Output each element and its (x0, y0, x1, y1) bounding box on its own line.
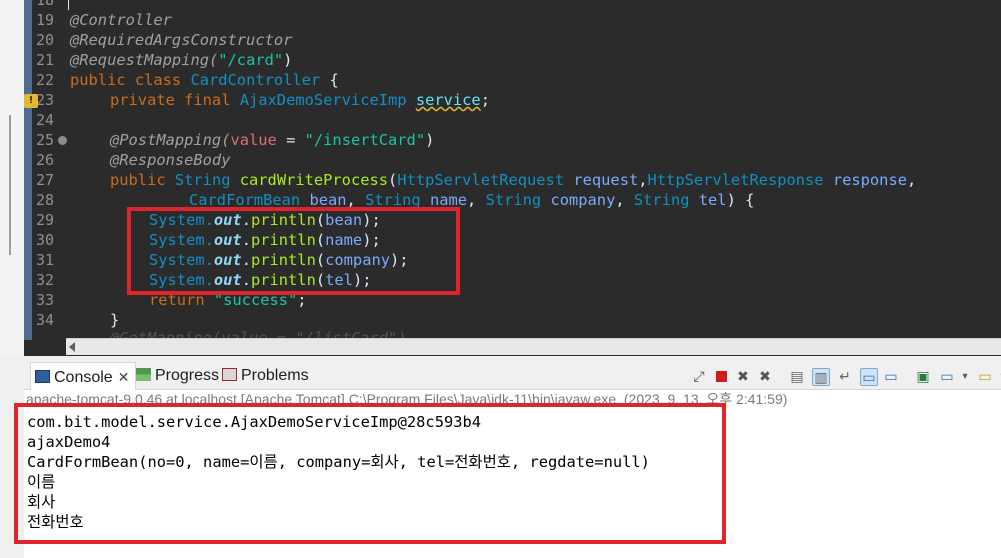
view-tab-bar: Console ✕ Progress Problems ⤢ ✖ ✖ ▤ ▥ ↵ ▭… (24, 362, 1001, 391)
code-editor[interactable]: 18 19 20 21 22 23 24 25 26 27 28 29 30 3… (0, 0, 1001, 356)
line-number: 26 (36, 151, 55, 169)
console-icon (35, 370, 50, 383)
open-console-icon[interactable]: ▭ (976, 368, 994, 386)
progress-icon (136, 368, 151, 381)
clear-console-icon[interactable]: ▤ (788, 368, 806, 386)
scroll-lock-icon[interactable]: ▥ (812, 368, 830, 386)
chevron-down-icon[interactable]: ▾ (994, 368, 1001, 386)
highlight-box-console (14, 403, 726, 544)
tab-progress[interactable]: Progress (136, 362, 219, 390)
line-number: 20 (36, 31, 55, 49)
warning-marker-icon[interactable]: ! (24, 94, 38, 108)
line-number: 32 (36, 271, 55, 289)
pin-icon[interactable]: ⤢ (690, 368, 708, 386)
code-line-20: @RequiredArgsConstructor (70, 31, 293, 49)
horizontal-scrollbar[interactable] (66, 338, 1001, 355)
line-number: 29 (36, 211, 55, 229)
line-number: 23 (36, 91, 55, 109)
tab-console-label: Console (54, 369, 113, 386)
text-caret (68, 0, 69, 10)
line-number: 33 (36, 291, 55, 309)
tab-problems[interactable]: Problems (222, 362, 309, 390)
line-number: 19 (36, 11, 55, 29)
scroll-left-icon[interactable] (69, 342, 75, 352)
chevron-down-icon[interactable]: ▾ (956, 368, 974, 386)
pin-console-icon[interactable]: ▣ (914, 368, 932, 386)
code-line-19: @Controller (70, 11, 172, 29)
line-number: 27 (36, 171, 55, 189)
line-number: 30 (36, 231, 55, 249)
highlight-box-code (127, 207, 460, 295)
terminate-icon[interactable] (712, 368, 730, 386)
line-number: 22 (36, 71, 55, 89)
line-number: 18 (36, 0, 55, 9)
code-line-21: @RequestMapping("/card") (70, 51, 293, 69)
line-number: 31 (36, 251, 55, 269)
show-on-output-icon[interactable]: ▭ (860, 368, 878, 386)
code-line-25: @PostMapping(value = "/insertCard") (110, 131, 435, 149)
tab-progress-label: Progress (155, 367, 220, 384)
line-number: 21 (36, 51, 55, 69)
code-line-22: public class CardController { (70, 71, 339, 89)
line-number: 28 (36, 191, 55, 209)
editor-left-strip (0, 0, 24, 356)
display-console-icon[interactable]: ▭ (938, 368, 956, 386)
fold-toggle-icon[interactable] (58, 136, 67, 145)
tab-console[interactable]: Console ✕ (30, 362, 137, 391)
tab-problems-label: Problems (241, 367, 309, 384)
line-number: 25 (36, 131, 55, 149)
line-number: 24 (36, 111, 55, 129)
show-on-error-icon[interactable]: ▭ (882, 368, 900, 386)
code-line-34: } (110, 311, 120, 329)
code-line-23: private final AjaxDemoServiceImp service… (110, 91, 490, 109)
line-number: 34 (36, 311, 55, 329)
problems-icon (222, 368, 237, 381)
code-line-27: public String cardWriteProcess(HttpServl… (110, 171, 917, 189)
overview-ruler (24, 0, 32, 340)
remove-launch-icon[interactable]: ✖ (734, 368, 752, 386)
word-wrap-icon[interactable]: ↵ (836, 368, 854, 386)
close-icon[interactable]: ✕ (118, 369, 130, 385)
code-line-26: @ResponseBody (110, 151, 231, 169)
remove-all-icon[interactable]: ✖ (756, 368, 774, 386)
